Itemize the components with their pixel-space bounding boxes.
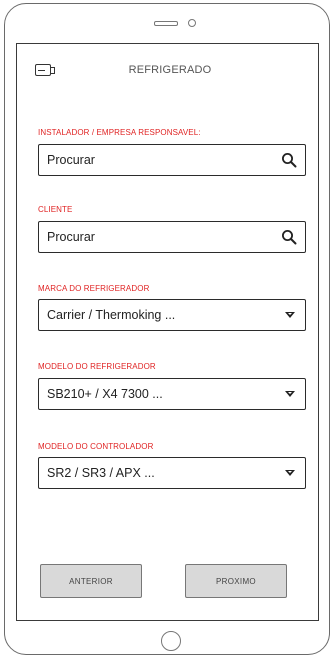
previous-button[interactable]: ANTERIOR: [40, 564, 142, 598]
brand-select-value: Carrier / Thermoking ...: [47, 308, 176, 322]
search-icon[interactable]: [281, 152, 297, 168]
installer-label: INSTALADOR / EMPRESA RESPONSAVEL:: [38, 128, 201, 137]
controller-select-value: SR2 / SR3 / APX ...: [47, 466, 155, 480]
brand-select[interactable]: Carrier / Thermoking ...: [38, 299, 306, 331]
next-button[interactable]: PROXIMO: [185, 564, 287, 598]
controller-label: MODELO DO CONTROLADOR: [38, 442, 154, 451]
installer-search-field[interactable]: Procurar: [38, 144, 306, 176]
speaker-icon: [154, 21, 178, 26]
chevron-down-icon[interactable]: [285, 312, 295, 318]
refrigerator-icon: [35, 64, 55, 76]
chevron-down-icon[interactable]: [285, 391, 295, 397]
model-select-value: SB210+ / X4 7300 ...: [47, 387, 163, 401]
controller-select[interactable]: SR2 / SR3 / APX ...: [38, 457, 306, 489]
search-icon[interactable]: [281, 229, 297, 245]
installer-search-value: Procurar: [47, 153, 95, 167]
client-search-field[interactable]: Procurar: [38, 221, 306, 253]
chevron-down-icon[interactable]: [285, 470, 295, 476]
model-label: MODELO DO REFRIGERADOR: [38, 362, 156, 371]
model-select[interactable]: SB210+ / X4 7300 ...: [38, 378, 306, 410]
client-search-value: Procurar: [47, 230, 95, 244]
camera-icon: [188, 19, 196, 27]
brand-label: MARCA DO REFRIGERADOR: [38, 284, 150, 293]
page-title: REFRIGERADO: [128, 64, 212, 76]
client-label: CLIENTE: [38, 205, 73, 214]
home-button[interactable]: [161, 631, 181, 651]
